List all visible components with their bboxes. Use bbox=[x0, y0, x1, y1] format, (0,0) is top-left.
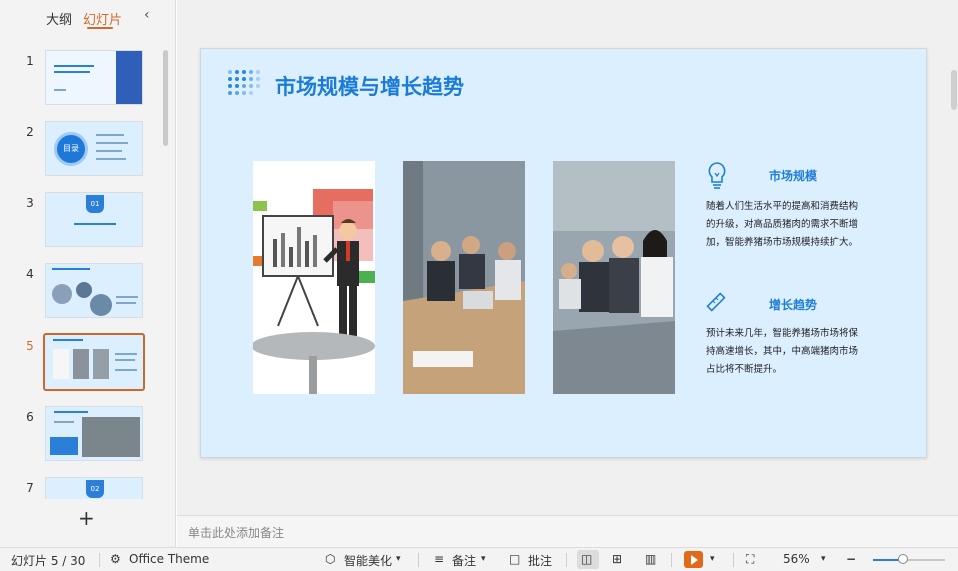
thumbnail-row[interactable]: 7 02 bbox=[0, 477, 170, 499]
slide-thumbnail[interactable]: 01 bbox=[45, 192, 143, 247]
status-bar: 幻灯片 5 / 30 ⚙ Office Theme ⬡ 智能美化 ▾ ≡ 备注 … bbox=[0, 547, 958, 571]
divider bbox=[733, 553, 734, 567]
theme-icon[interactable]: ⚙ bbox=[110, 552, 121, 566]
thumbnail-scrollbar[interactable] bbox=[163, 50, 168, 146]
divider bbox=[418, 553, 419, 567]
slide-counter: 幻灯片 5 / 30 bbox=[11, 554, 86, 568]
divider bbox=[99, 553, 100, 567]
theme-name[interactable]: Office Theme bbox=[129, 552, 209, 566]
thumbnail-number: 7 bbox=[26, 481, 34, 495]
thumbnail-number: 4 bbox=[26, 267, 34, 281]
thumbnail-row[interactable]: 1 bbox=[0, 50, 170, 108]
presenter-illustration[interactable] bbox=[253, 161, 375, 394]
feature-title-growth-trend[interactable]: 增长趋势 bbox=[769, 296, 817, 313]
lightbulb-icon bbox=[708, 162, 726, 189]
zoom-slider-handle[interactable] bbox=[898, 554, 908, 564]
divider bbox=[566, 553, 567, 567]
notes-pane[interactable]: 单击此处添加备注 bbox=[177, 515, 958, 547]
thumbnail-row[interactable]: 3 01 bbox=[0, 192, 170, 250]
add-slide-icon[interactable]: + bbox=[78, 506, 95, 530]
thumbnail-number: 1 bbox=[26, 54, 34, 68]
toc-circle: 目录 bbox=[54, 132, 88, 166]
business-team-photo[interactable] bbox=[553, 161, 675, 394]
slide-thumbnail[interactable] bbox=[45, 263, 143, 318]
dots-decoration-icon bbox=[228, 70, 260, 96]
meeting-photo[interactable] bbox=[403, 161, 525, 394]
chevron-down-icon[interactable]: ▾ bbox=[481, 554, 486, 564]
slide-thumbnail[interactable]: 02 bbox=[45, 477, 143, 499]
thumbnail-number: 2 bbox=[26, 125, 34, 139]
tab-slides[interactable]: 幻灯片 bbox=[83, 9, 122, 28]
notes-icon[interactable]: ≡ bbox=[434, 552, 444, 566]
feature-text-market-size[interactable]: 随着人们生活水平的提高和消费结构的升级，对高品质猪肉的需求不断增加，智能养猪场市… bbox=[706, 198, 859, 252]
play-slideshow-icon[interactable] bbox=[684, 551, 703, 568]
tab-active-indicator bbox=[87, 27, 113, 29]
feature-text-growth-trend[interactable]: 预计未来几年，智能养猪场市场将保持高速增长，其中，中高端猪肉市场占比将不断提升。 bbox=[706, 325, 859, 379]
chevron-down-icon[interactable]: ▾ bbox=[710, 554, 715, 564]
thumbnail-row[interactable]: 6 bbox=[0, 406, 170, 464]
thumbnail-row[interactable]: 2 目录 bbox=[0, 121, 170, 179]
beautify-button[interactable]: 智能美化 bbox=[344, 552, 392, 569]
thumbnail-row[interactable]: 4 bbox=[0, 263, 170, 321]
tab-outline[interactable]: 大纲 bbox=[46, 9, 72, 28]
slide-thumbnail[interactable] bbox=[45, 50, 143, 105]
zoom-out-icon[interactable]: − bbox=[846, 552, 856, 566]
notes-placeholder[interactable]: 单击此处添加备注 bbox=[188, 524, 284, 541]
section-badge: 01 bbox=[86, 195, 104, 213]
ruler-icon bbox=[706, 292, 726, 312]
slide-editor: 市场规模与增长趋势 市场规模 随着人们生活水平的提高和消费结构的升级，对高品质猪… bbox=[177, 0, 958, 547]
comment-icon[interactable]: □ bbox=[509, 552, 520, 566]
thumbnail-number: 6 bbox=[26, 410, 34, 424]
comments-button[interactable]: 批注 bbox=[528, 552, 552, 569]
beautify-icon[interactable]: ⬡ bbox=[325, 552, 335, 566]
slide-thumbnail[interactable]: 目录 bbox=[45, 121, 143, 176]
section-badge: 02 bbox=[86, 480, 104, 498]
thumbnail-number: 3 bbox=[26, 196, 34, 210]
slide-thumbnail[interactable] bbox=[45, 406, 143, 461]
zoom-level[interactable]: 56% bbox=[783, 552, 810, 566]
reading-view-icon[interactable]: ▥ bbox=[645, 552, 656, 566]
fit-window-icon[interactable]: ⛶ bbox=[746, 552, 754, 567]
notes-button[interactable]: 备注 bbox=[452, 552, 476, 569]
slide-canvas[interactable]: 市场规模与增长趋势 市场规模 随着人们生活水平的提高和消费结构的升级，对高品质猪… bbox=[200, 48, 927, 458]
slide-thumbnail-active[interactable] bbox=[43, 333, 145, 391]
chevron-down-icon[interactable]: ▾ bbox=[821, 554, 826, 564]
thumbnail-row[interactable]: 5 bbox=[0, 333, 170, 393]
chevron-down-icon[interactable]: ▾ bbox=[396, 554, 401, 564]
divider bbox=[671, 553, 672, 567]
slide-panel: 大纲 幻灯片 ‹ 1 2 目录 3 01 4 5 6 7 02 + bbox=[0, 0, 176, 547]
slide-title[interactable]: 市场规模与增长趋势 bbox=[275, 71, 464, 101]
normal-view-icon[interactable]: ◫ bbox=[581, 552, 592, 566]
panel-tabs: 大纲 幻灯片 ‹ bbox=[0, 0, 176, 38]
collapse-panel-icon[interactable]: ‹ bbox=[144, 7, 150, 23]
editor-scrollbar[interactable] bbox=[951, 70, 957, 110]
grid-view-icon[interactable]: ⊞ bbox=[612, 552, 622, 566]
thumbnail-number: 5 bbox=[26, 339, 34, 353]
feature-title-market-size[interactable]: 市场规模 bbox=[769, 167, 817, 184]
